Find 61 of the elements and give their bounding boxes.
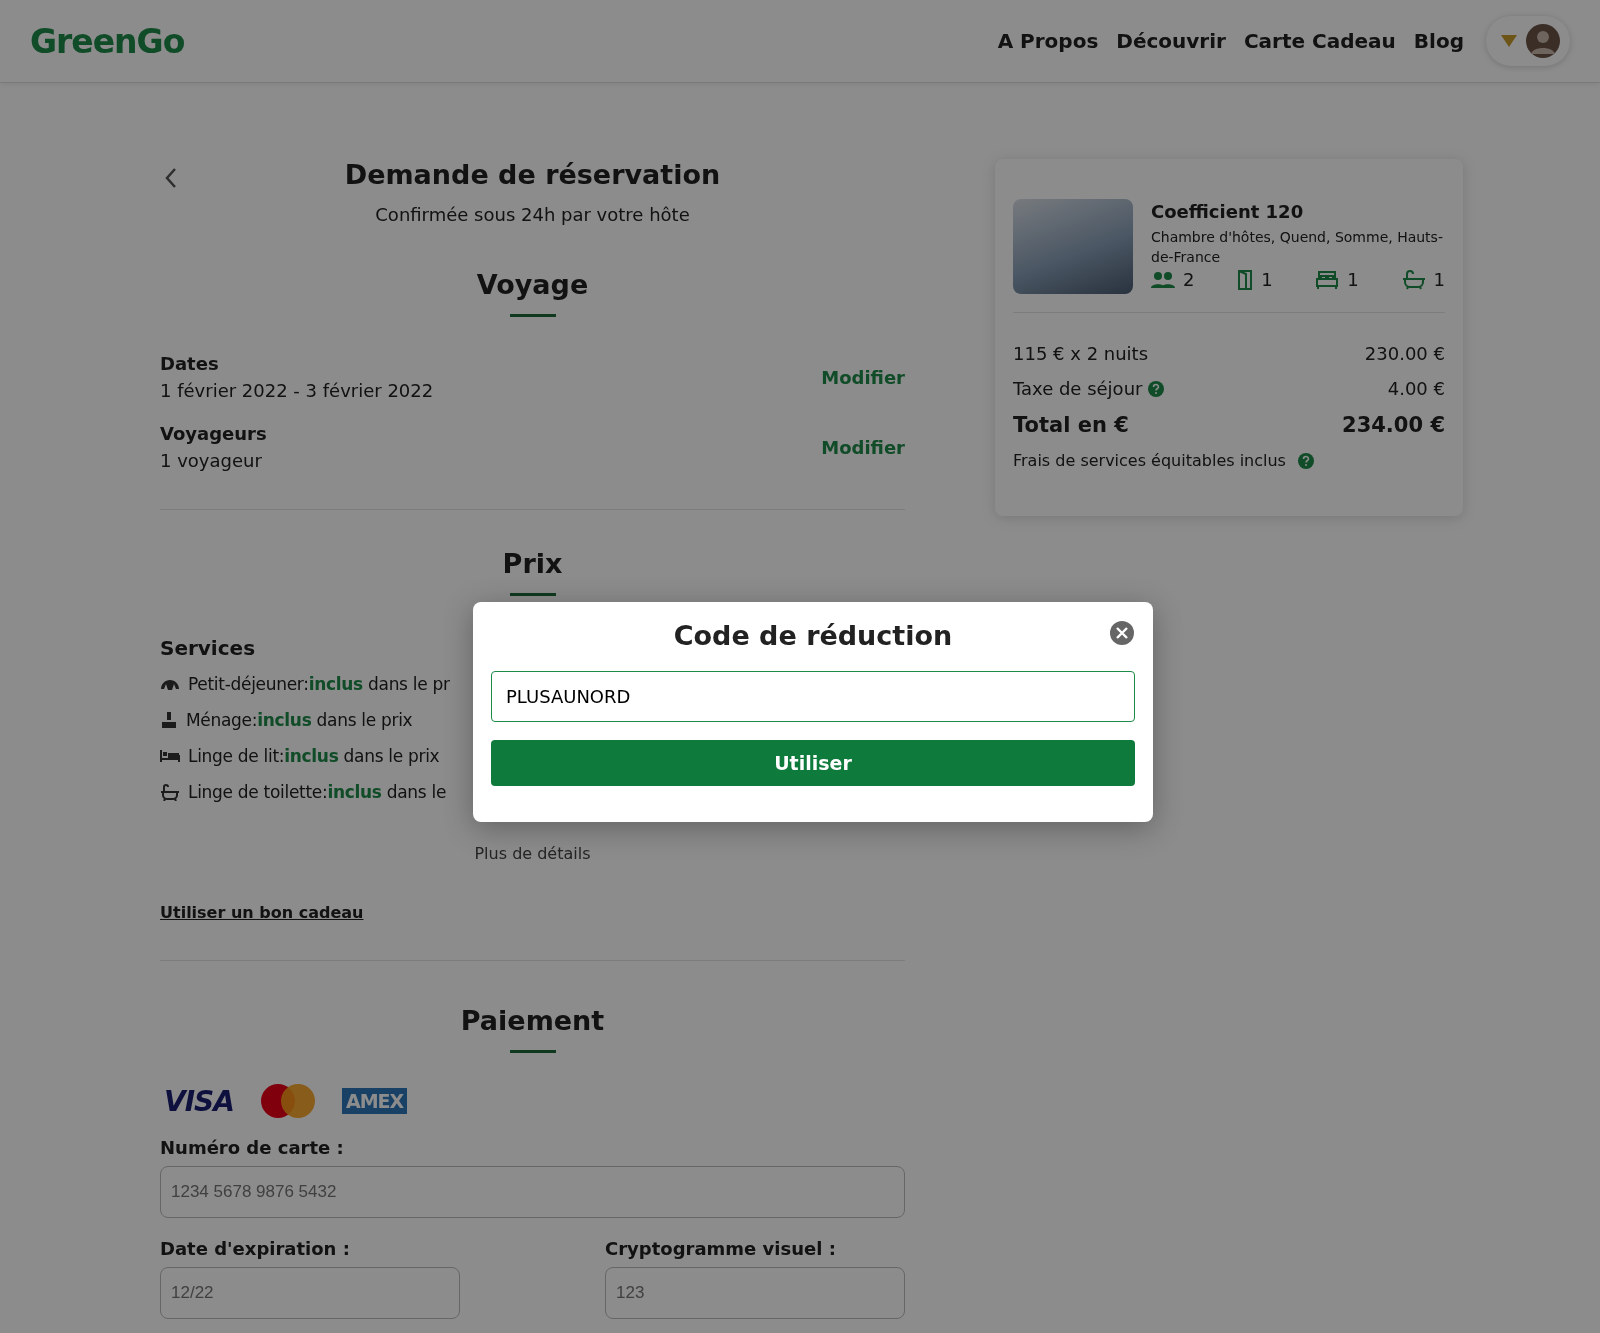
listing-location: Chambre d'hôtes, Quend, Somme, Hauts-de-France xyxy=(1151,228,1444,267)
field-label: Numéro de carte : xyxy=(160,1137,345,1158)
bed-icon xyxy=(160,749,180,763)
price-label: 115 € x 2 nuits xyxy=(1013,343,1149,364)
people-icon xyxy=(1151,270,1175,289)
gift-voucher-link[interactable]: Utiliser un bon cadeau xyxy=(160,903,364,922)
nav-link[interactable]: Blog xyxy=(1413,29,1464,53)
mastercard-logo xyxy=(259,1083,316,1119)
service-item: Petit-déjeuner:inclus dans le pr xyxy=(188,674,450,694)
brush-icon xyxy=(160,711,178,729)
bed-icon xyxy=(1315,269,1340,290)
listing-title: Coefficient 120 xyxy=(1151,201,1305,222)
field-value: 1 février 2022 - 3 février 2022 xyxy=(160,380,434,401)
field-label: Date d'expiration : xyxy=(160,1238,351,1259)
section-heading: Paiement xyxy=(459,1005,606,1036)
fees-note: Frais de services équitables inclus xyxy=(1013,451,1286,470)
capacity-count: 1 xyxy=(1347,269,1359,291)
nav-link[interactable]: Carte Cadeau xyxy=(1243,29,1396,53)
price-amount: 230.00 € xyxy=(1364,343,1445,364)
door-icon xyxy=(1237,269,1254,290)
bathtub-icon xyxy=(160,783,180,801)
nav-link[interactable]: A Propos xyxy=(997,29,1099,53)
details-link[interactable]: Plus de détails xyxy=(474,844,591,863)
avatar xyxy=(1526,24,1560,58)
card-number-field[interactable]: 1234 5678 9876 5432 xyxy=(160,1166,905,1218)
bathtub-icon xyxy=(1401,269,1426,290)
service-item: Linge de lit:inclus dans le prix xyxy=(188,746,440,766)
logo[interactable]: GreenGo xyxy=(30,21,197,61)
price-amount: 234.00 € xyxy=(1342,413,1445,437)
price-label: Taxe de séjour xyxy=(1013,378,1143,399)
field-value: 1 voyageur xyxy=(160,450,263,471)
price-label: Total en € xyxy=(1013,413,1129,437)
capacity-count: 1 xyxy=(1261,269,1273,291)
caret-icon xyxy=(1500,34,1518,48)
croissant-icon xyxy=(160,677,180,691)
service-item: Linge de toilette:inclus dans le xyxy=(188,782,447,802)
visa-logo: VISA xyxy=(164,1084,234,1118)
close-icon[interactable] xyxy=(1109,620,1135,646)
section-heading: Voyage xyxy=(475,269,590,300)
field-label: Cryptogramme visuel : xyxy=(605,1238,837,1259)
price-amount: 4.00 € xyxy=(1387,378,1445,399)
field-label: Dates xyxy=(160,353,220,374)
page-title: Demande de réservation xyxy=(343,159,722,190)
apply-button[interactable]: Utiliser xyxy=(491,740,1135,786)
discount-code-field[interactable]: PLUSAUNORD xyxy=(491,671,1135,722)
modify-link[interactable]: Modifier xyxy=(821,436,905,458)
expiry-date-field[interactable]: 12/22 xyxy=(160,1267,460,1319)
field-label: Voyageurs xyxy=(160,423,267,444)
help-icon[interactable] xyxy=(1297,452,1314,469)
capacity-count: 2 xyxy=(1183,269,1195,291)
amex-logo: AMEX xyxy=(341,1088,408,1114)
security-code-field[interactable]: 123 xyxy=(605,1267,905,1319)
capacity-count: 1 xyxy=(1433,269,1445,291)
nav-link[interactable]: Découvrir xyxy=(1116,29,1226,53)
help-icon[interactable] xyxy=(1148,380,1165,397)
service-item: Ménage:inclus dans le prix xyxy=(186,710,413,730)
page-subtitle: Confirmée sous 24h par votre hôte xyxy=(374,204,691,225)
services-heading: Services xyxy=(160,636,257,660)
section-heading: Prix xyxy=(501,548,564,579)
dialog-title: Code de réduction xyxy=(673,620,953,651)
modify-link[interactable]: Modifier xyxy=(821,366,905,388)
